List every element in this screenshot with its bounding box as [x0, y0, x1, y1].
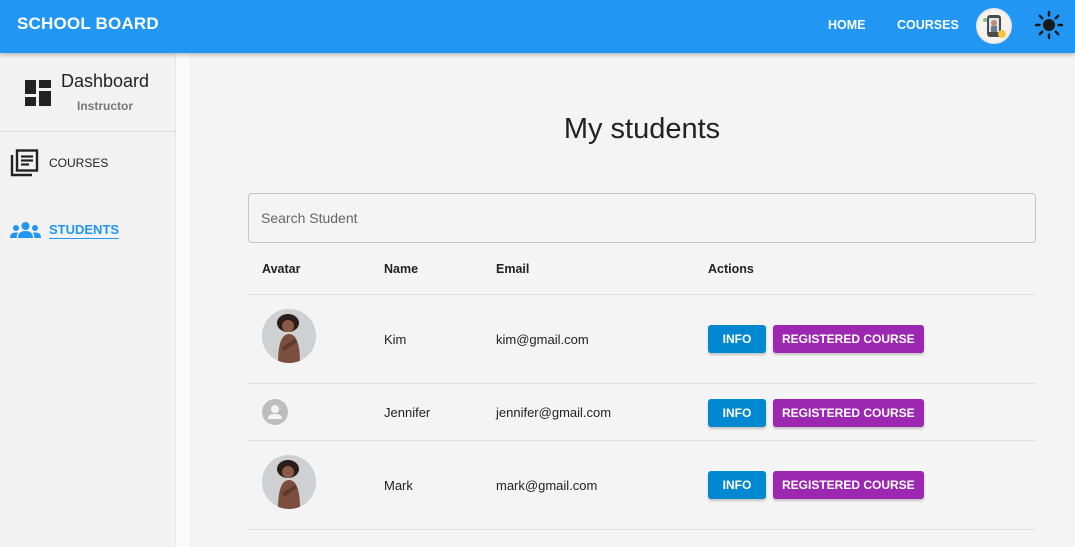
column-header-actions: Actions: [708, 262, 754, 276]
registered-course-button[interactable]: REGISTERED COURSE: [773, 471, 924, 499]
sidebar-item-students[interactable]: STUDENTS: [10, 221, 120, 239]
user-avatar-image: [978, 10, 1010, 42]
library-books-icon: [10, 149, 39, 177]
sidebar: Dashboard Instructor COURSES STUDENTS: [0, 53, 176, 547]
row-actions: INFO REGISTERED COURSE: [708, 399, 924, 427]
table-row: Kim kim@gmail.com INFO REGISTERED COURSE: [248, 295, 1036, 384]
student-name: Kim: [384, 332, 407, 347]
nav-courses-link[interactable]: COURSES: [897, 18, 959, 32]
student-name: Mark: [384, 478, 413, 493]
dashboard-icon: [25, 80, 51, 106]
page-title: My students: [563, 113, 721, 145]
student-avatar-photo: [262, 309, 316, 363]
default-person-icon: [262, 399, 288, 425]
column-header-avatar: Avatar: [262, 262, 301, 276]
info-button[interactable]: INFO: [708, 471, 766, 499]
sidebar-title: Dashboard: [61, 71, 150, 91]
brand-title[interactable]: SCHOOL BOARD: [17, 14, 159, 34]
app-bar: SCHOOL BOARD HOME COURSES: [0, 0, 1075, 53]
registered-course-button[interactable]: REGISTERED COURSE: [773, 399, 924, 427]
sidebar-item-students-label: STUDENTS: [49, 221, 120, 239]
table-row: Mark mark@gmail.com INFO REGISTERED COUR…: [248, 441, 1036, 530]
theme-toggle-sun-icon[interactable]: [1034, 10, 1064, 40]
info-button[interactable]: INFO: [708, 399, 766, 427]
nav-home-link[interactable]: HOME: [828, 18, 866, 32]
row-actions: INFO REGISTERED COURSE: [708, 471, 924, 499]
students-table: Avatar Name Email Actions Kim kim@gmail.…: [248, 246, 1036, 530]
student-avatar-photo: [262, 455, 316, 509]
registered-course-button[interactable]: REGISTERED COURSE: [773, 325, 924, 353]
column-header-name: Name: [384, 262, 419, 276]
student-name: Jennifer: [384, 405, 431, 420]
sidebar-divider: [0, 131, 176, 132]
sidebar-subtitle: Instructor: [77, 99, 134, 113]
student-email: kim@gmail.com: [496, 332, 589, 347]
people-icon: [10, 222, 41, 238]
sidebar-item-courses[interactable]: COURSES: [10, 149, 108, 177]
student-email: mark@gmail.com: [496, 478, 598, 493]
user-avatar[interactable]: [976, 8, 1012, 44]
row-actions: INFO REGISTERED COURSE: [708, 325, 924, 353]
table-row: Jennifer jennifer@gmail.com INFO REGISTE…: [248, 384, 1036, 441]
student-email: jennifer@gmail.com: [496, 405, 612, 420]
info-button[interactable]: INFO: [708, 325, 766, 353]
table-header: Avatar Name Email Actions: [248, 246, 1036, 295]
column-header-email: Email: [496, 262, 530, 276]
sidebar-item-courses-label: COURSES: [49, 156, 109, 170]
search-student-input[interactable]: [248, 193, 1036, 243]
sidebar-gutter: [176, 53, 190, 547]
